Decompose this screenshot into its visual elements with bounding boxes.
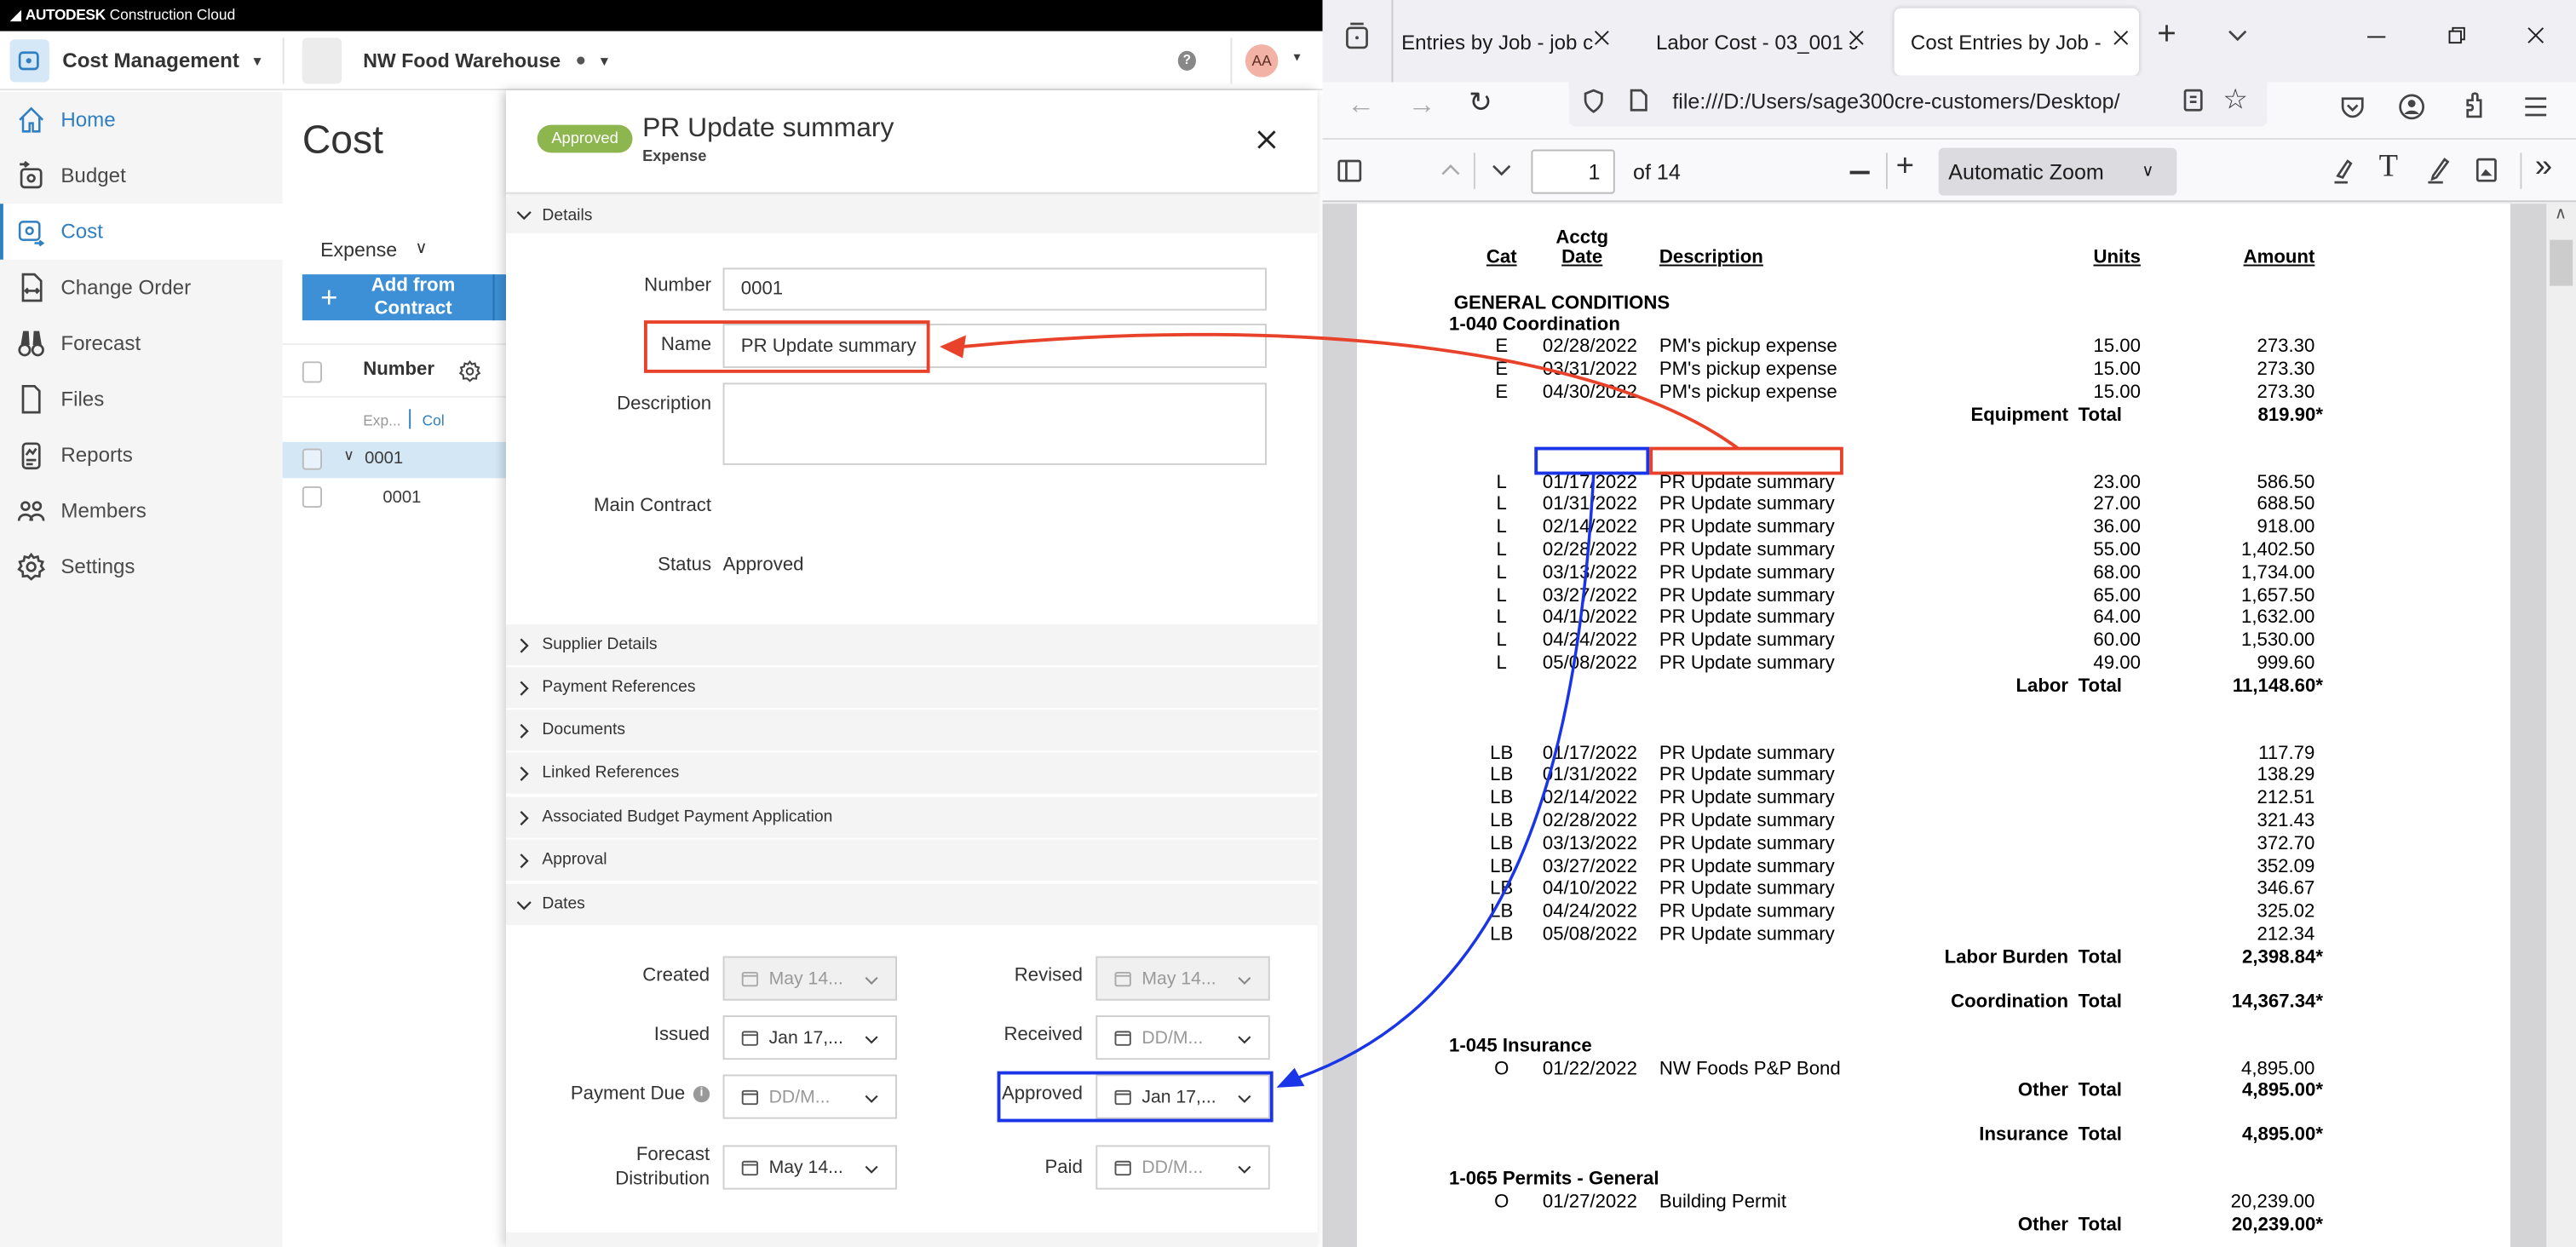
- blue-arrow: [1297, 474, 1596, 1079]
- annotation-arrows: [940, 332, 1739, 1088]
- red-arrowhead: [940, 335, 966, 359]
- red-arrow: [962, 332, 1739, 451]
